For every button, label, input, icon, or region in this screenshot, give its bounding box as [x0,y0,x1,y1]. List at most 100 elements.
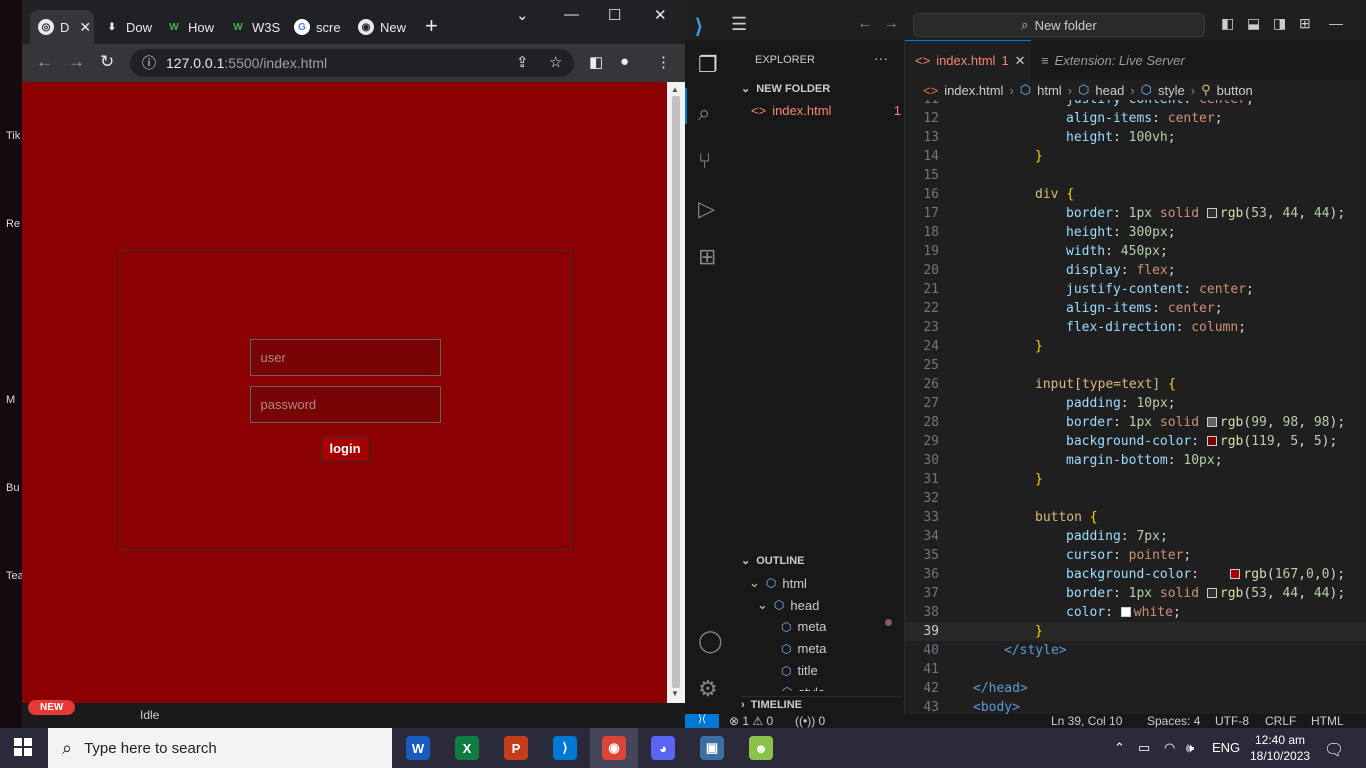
minimize-button[interactable]: — [1329,15,1343,31]
code-line[interactable]: 38 color: white; [905,603,1366,622]
side-panel-icon[interactable]: ◧ [589,53,603,71]
code-line[interactable]: 40 </style> [905,641,1366,660]
customize-layout-icon[interactable]: ⊞ [1299,15,1311,32]
color-swatch[interactable] [1230,569,1241,579]
code-line[interactable]: 16 div { [905,185,1366,204]
code-line[interactable]: 41 [905,660,1366,679]
outline-item[interactable]: ⌄ ⬡ html [749,575,807,591]
outline-item[interactable]: ⌄ ⬡ head [757,597,819,613]
toggle-sidebar-icon[interactable]: ◧ [1221,15,1234,32]
editor-tab-live-server[interactable]: ≡ Extension: Live Server [1031,40,1215,80]
close-icon[interactable]: ✕ [1015,53,1026,69]
code-line[interactable]: 22 align-items: center; [905,299,1366,318]
vscode-icon[interactable]: ⟩ [553,736,577,760]
search-icon[interactable]: ⌕ [698,100,710,126]
language-indicator[interactable]: ENG [1212,740,1240,755]
code-line[interactable]: 27 padding: 10px; [905,394,1366,413]
chrome-icon[interactable]: ◉ [602,736,626,760]
code-line[interactable]: 35 cursor: pointer; [905,546,1366,565]
cursor-position[interactable]: Ln 39, Col 10 [1051,714,1122,728]
powerpoint-icon[interactable]: P [504,736,528,760]
ports-status[interactable]: ((•)) 0 [795,714,825,728]
folder-header[interactable]: ⌄ NEW FOLDER [741,82,830,96]
color-swatch[interactable] [1120,607,1131,617]
encoding-status[interactable]: UTF-8 [1215,714,1249,728]
breadcrumb-item[interactable]: button [1217,83,1253,98]
outline-item[interactable]: ⌄ ⬡ style [765,685,825,691]
code-line[interactable]: 36 background-color: rgb(167,0,0); [905,565,1366,584]
code-line[interactable]: 43 <body> [905,698,1366,714]
scroll-thumb[interactable] [672,96,680,688]
breadcrumb-item[interactable]: html [1037,83,1062,98]
breadcrumb-item[interactable]: head [1095,83,1124,98]
explorer-icon[interactable]: ❐ [698,52,718,78]
problems-status[interactable]: ⊗ 1 ⚠ 0 [729,714,773,728]
menu-icon[interactable]: ⋮ [656,53,671,71]
remote-indicator-icon[interactable]: ⟩⟨ [685,714,719,728]
file-item-index-html[interactable]: <> index.html 1 [751,103,901,118]
outline-item[interactable]: ⬡ meta [781,641,826,656]
toggle-secondary-sidebar-icon[interactable]: ◨ [1273,15,1286,32]
code-line[interactable]: 18 height: 300px; [905,223,1366,242]
volume-icon[interactable]: 🕪 [1186,740,1194,756]
code-line[interactable]: 13 height: 100vh; [905,128,1366,147]
code-line[interactable]: 17 border: 1px solid rgb(53, 44, 44); [905,204,1366,223]
nav-back-icon[interactable]: ← [857,15,873,33]
code-line[interactable]: 32 [905,489,1366,508]
page-scrollbar[interactable]: ▲ ▼ [667,82,685,703]
code-line[interactable]: 21 justify-content: center; [905,280,1366,299]
code-line[interactable]: 12 align-items: center; [905,109,1366,128]
login-button[interactable]: login [321,436,369,461]
code-line[interactable]: 24} [905,337,1366,356]
wifi-icon[interactable]: ◠ [1164,740,1175,756]
toggle-panel-icon[interactable]: ⬓ [1247,15,1260,32]
code-line[interactable]: 39} [905,622,1366,641]
discord-icon[interactable]: ◕ [651,736,675,760]
outline-header[interactable]: ⌄ OUTLINE [741,554,805,568]
maximize-button[interactable]: ☐ [608,6,621,24]
language-mode[interactable]: HTML [1311,714,1344,728]
browser-tab[interactable]: ⬇ Dow [96,10,160,44]
scroll-down-icon[interactable]: ▼ [671,689,679,698]
source-control-icon[interactable]: ⑂ [698,148,711,174]
new-tab-button[interactable]: + [425,14,438,38]
code-line[interactable]: 31} [905,470,1366,489]
bookmark-star-icon[interactable]: ☆ [549,53,562,71]
code-line[interactable]: 11 justify-content: center; [905,100,1366,109]
run-debug-icon[interactable]: ▷ [698,196,715,222]
hamburger-menu-icon[interactable]: ☰ [731,14,747,35]
color-swatch[interactable] [1206,436,1217,446]
more-actions-icon[interactable]: ··· [874,50,888,66]
breadcrumb-item[interactable]: style [1158,83,1185,98]
outline-item[interactable]: ⬡ meta [781,619,826,634]
user-input[interactable] [249,339,441,376]
indentation-status[interactable]: Spaces: 4 [1147,714,1200,728]
browser-tab[interactable]: ◉ New [350,10,410,44]
code-line[interactable]: 15 [905,166,1366,185]
reload-button[interactable]: ↻ [100,52,114,72]
code-line[interactable]: 26 input[type=text] { [905,375,1366,394]
code-line[interactable]: 14} [905,147,1366,166]
extensions-icon[interactable]: ⊞ [698,244,716,270]
code-line[interactable]: 23 flex-direction: column; [905,318,1366,337]
tab-search-icon[interactable]: ⌄ [516,6,529,24]
close-window-button[interactable]: ✕ [654,6,667,24]
taskbar-search[interactable]: ⌕ Type here to search [48,728,392,768]
settings-gear-icon[interactable]: ⚙ [698,676,718,702]
timeline-header[interactable]: › TIMELINE [741,696,901,711]
code-line[interactable]: 28 border: 1px solid rgb(99, 98, 98); [905,413,1366,432]
windows-start-button[interactable] [14,738,32,756]
browser-tab[interactable]: W W3S [222,10,282,44]
color-swatch[interactable] [1206,588,1217,598]
command-center-search[interactable]: ⌕ New folder [913,13,1205,37]
game-icon[interactable]: ☻ [749,736,773,760]
forward-button[interactable]: → [68,52,85,72]
scroll-up-icon[interactable]: ▲ [671,85,679,94]
notification-icon[interactable]: 🗨 [1324,740,1344,760]
code-line[interactable]: 20 display: flex; [905,261,1366,280]
breadcrumb-item[interactable]: index.html [944,83,1003,98]
outline-item[interactable]: ⬡ title [781,663,818,678]
back-button[interactable]: ← [36,52,53,72]
address-bar[interactable]: ⓘ 127.0.0.1 :5500/index.html [130,49,574,77]
remote-desktop-icon[interactable]: ▣ [700,736,724,760]
